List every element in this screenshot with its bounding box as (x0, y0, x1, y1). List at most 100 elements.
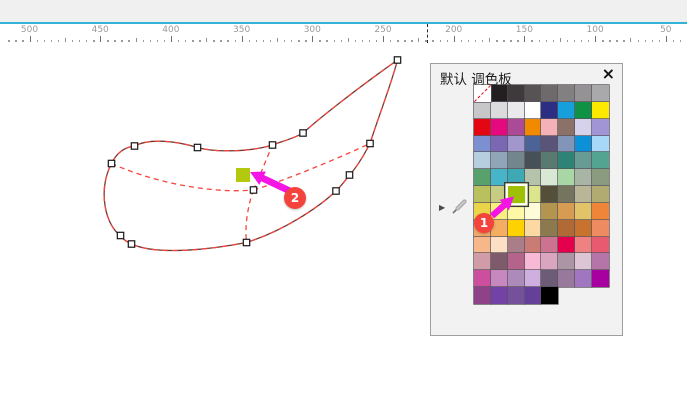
vein-dashed-path[interactable] (245, 189, 255, 243)
palette-swatch[interactable] (490, 135, 508, 153)
palette-swatch[interactable] (507, 236, 525, 254)
palette-swatch[interactable] (524, 270, 542, 288)
palette-swatch[interactable] (524, 253, 542, 271)
palette-swatch[interactable] (575, 219, 592, 237)
eyedropper-icon[interactable] (451, 197, 469, 219)
palette-swatch[interactable] (558, 152, 576, 170)
palette-swatch[interactable] (541, 287, 559, 304)
palette-swatch[interactable] (474, 236, 491, 254)
palette-swatch[interactable] (474, 169, 491, 187)
palette-swatch[interactable] (558, 202, 576, 220)
palette-swatch[interactable] (591, 236, 609, 254)
palette-swatch[interactable] (474, 253, 491, 271)
curve-node[interactable] (242, 238, 251, 247)
palette-swatch[interactable] (490, 236, 508, 254)
palette-swatch[interactable] (490, 118, 508, 136)
palette-swatch[interactable] (591, 135, 609, 153)
palette-swatch[interactable] (474, 152, 491, 170)
palette-swatch[interactable] (575, 101, 592, 119)
palette-swatch[interactable] (575, 236, 592, 254)
palette-swatch[interactable] (591, 152, 609, 170)
curve-node[interactable] (332, 187, 340, 195)
palette-swatch[interactable] (507, 219, 525, 237)
palette-swatch[interactable] (474, 287, 491, 304)
curve-node[interactable] (130, 142, 139, 150)
curve-node[interactable] (249, 186, 258, 194)
palette-swatch[interactable] (474, 186, 491, 203)
palette-swatch[interactable] (474, 118, 491, 136)
palette-swatch[interactable] (558, 186, 576, 203)
flyout-arrow-icon[interactable]: ▶ (439, 203, 445, 212)
palette-swatch[interactable] (490, 253, 508, 271)
palette-swatch[interactable] (524, 118, 542, 136)
curve-node[interactable] (268, 141, 277, 149)
palette-swatch[interactable] (558, 270, 576, 288)
palette-swatch[interactable] (541, 270, 559, 288)
selected-palette-swatch[interactable] (504, 183, 528, 206)
curve-node[interactable] (107, 159, 116, 168)
palette-swatch[interactable] (524, 85, 542, 102)
palette-swatch[interactable] (558, 135, 576, 153)
palette-swatch[interactable] (507, 152, 525, 170)
palette-swatch[interactable] (575, 253, 592, 271)
palette-swatch[interactable] (507, 118, 525, 136)
palette-swatch[interactable] (541, 202, 559, 220)
curve-node[interactable] (193, 143, 202, 152)
palette-swatch[interactable] (575, 118, 592, 136)
palette-swatch[interactable] (507, 253, 525, 271)
palette-swatch[interactable] (591, 85, 609, 102)
palette-swatch[interactable] (507, 287, 525, 304)
palette-swatch[interactable] (541, 219, 559, 237)
palette-swatch[interactable] (541, 135, 559, 153)
vein-dashed-path[interactable] (252, 144, 274, 191)
palette-swatch[interactable] (575, 186, 592, 203)
palette-swatch[interactable] (591, 169, 609, 187)
palette-swatch[interactable] (591, 253, 609, 271)
palette-swatch[interactable] (558, 101, 576, 119)
curve-node[interactable] (116, 231, 125, 240)
palette-swatch[interactable] (541, 118, 559, 136)
vein-dashed-path[interactable] (111, 162, 254, 192)
palette-swatch[interactable] (474, 101, 491, 119)
palette-swatch[interactable] (591, 219, 609, 237)
palette-swatch[interactable] (575, 152, 592, 170)
palette-swatch[interactable] (575, 270, 592, 288)
palette-swatch[interactable] (474, 135, 491, 153)
palette-swatch[interactable] (541, 169, 559, 187)
palette-swatch[interactable] (490, 101, 508, 119)
palette-swatch[interactable] (575, 202, 592, 220)
palette-swatch[interactable] (541, 152, 559, 170)
palette-swatch[interactable] (490, 287, 508, 304)
palette-swatch[interactable] (575, 169, 592, 187)
curve-outline[interactable] (103, 58, 399, 252)
palette-swatch[interactable] (507, 135, 525, 153)
curve-node[interactable] (366, 139, 374, 148)
palette-swatch[interactable] (591, 270, 609, 288)
palette-swatch[interactable] (541, 85, 559, 102)
palette-swatch[interactable] (591, 186, 609, 203)
curve-node[interactable] (393, 56, 402, 64)
palette-swatch[interactable] (541, 186, 559, 203)
palette-swatch[interactable] (558, 118, 576, 136)
palette-swatch[interactable] (490, 270, 508, 288)
curve-node[interactable] (345, 171, 354, 179)
curve-node[interactable] (299, 129, 307, 137)
palette-swatch[interactable] (507, 85, 525, 102)
palette-swatch[interactable] (524, 101, 542, 119)
palette-swatch[interactable] (591, 202, 609, 220)
palette-swatch[interactable] (541, 253, 559, 271)
palette-swatch[interactable] (558, 236, 576, 254)
close-icon[interactable]: × (602, 65, 615, 83)
curve-node[interactable] (127, 240, 136, 248)
palette-swatch[interactable] (524, 152, 542, 170)
palette-swatch[interactable] (524, 219, 542, 237)
palette-swatch[interactable] (507, 101, 525, 119)
palette-swatch[interactable] (541, 101, 559, 119)
palette-swatch[interactable] (541, 236, 559, 254)
palette-swatch[interactable] (591, 101, 609, 119)
palette-swatch[interactable] (524, 135, 542, 153)
palette-swatch[interactable] (490, 85, 508, 102)
palette-swatch[interactable] (507, 270, 525, 288)
palette-swatch[interactable] (558, 253, 576, 271)
palette-swatch[interactable] (474, 270, 491, 288)
